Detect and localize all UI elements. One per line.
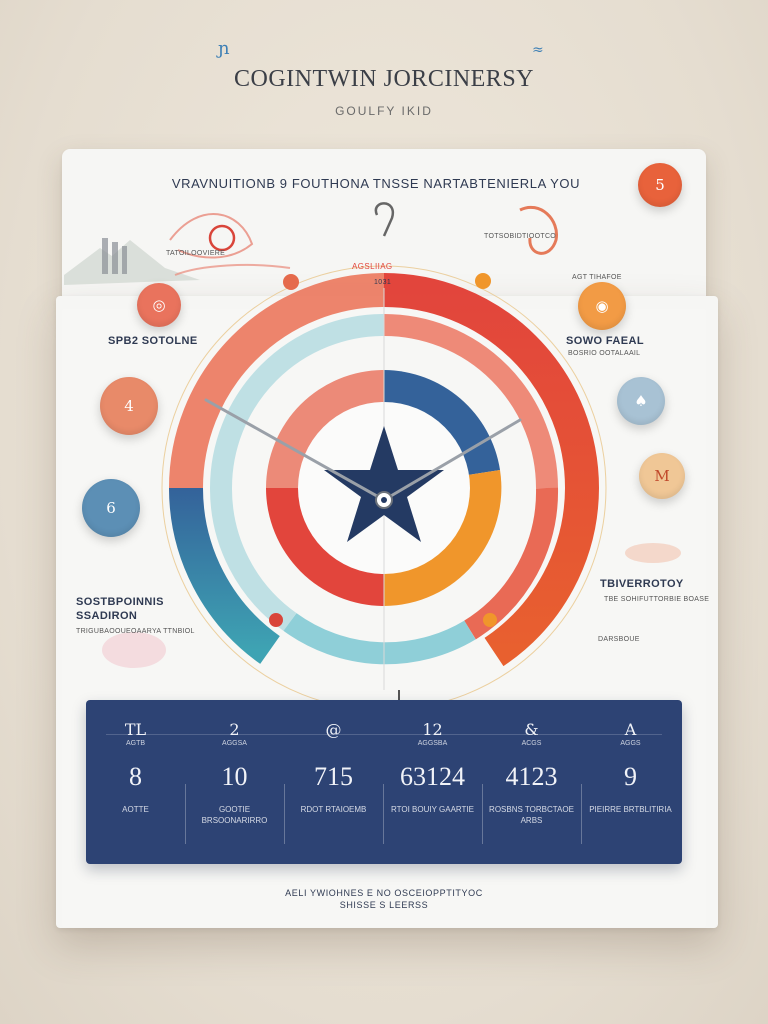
label-right-3: DARSBOUE bbox=[598, 636, 640, 643]
target-icon-left: ◎ bbox=[137, 283, 181, 327]
card-footer: AELI YWIOHNES E NO OSCEIOPPTITYOC SHISSE… bbox=[0, 887, 768, 911]
stat-1-caption: AGTB bbox=[125, 740, 146, 747]
stat-2-caption: AGGSA bbox=[222, 740, 247, 747]
label-left-2-line2: SSADIRON bbox=[76, 610, 138, 622]
top-left-note: TATOILOOVIERE bbox=[166, 250, 226, 257]
center-top-label: AGSLIIAG bbox=[352, 262, 393, 271]
figure-icon-right: ♠ bbox=[617, 377, 665, 425]
footer-line-2: SHISSE S LEERSS bbox=[339, 900, 429, 910]
stat-4-sub: RTOI BOUIY GAARTIE bbox=[391, 805, 474, 814]
label-right-2-sub: TBE SOHIFUTTORBIE BOASE bbox=[604, 596, 710, 603]
label-left-2-line1: SOSTBPOINNIS bbox=[76, 596, 164, 608]
stat-6-icon: A bbox=[624, 720, 637, 739]
number-icon-left: 6 bbox=[82, 479, 140, 537]
badge-icon-top-right: 5 bbox=[638, 163, 682, 207]
right-small-note: AGT TIHAFOE bbox=[572, 274, 622, 281]
center-top-sublabel: 1031 bbox=[374, 279, 392, 286]
page-title: COGINTWIN JORCINERSY bbox=[234, 66, 534, 92]
stat-5: & ACGS 4123 ROSBNS TORBCTAOE ARBS bbox=[482, 700, 581, 864]
label-left-2-sub: TRIGUBAOOUEOAARYA TTNBIOL bbox=[76, 628, 195, 635]
logo-mark-left: ɲ bbox=[218, 38, 230, 59]
stat-5-value: 4123 bbox=[505, 762, 558, 791]
page-subtitle: GOULFY IKID bbox=[335, 104, 433, 118]
stat-2-icon: 2 bbox=[229, 720, 240, 739]
stat-3: @ 715 RDOT RTAIOEMB bbox=[284, 700, 383, 864]
logo-mark-right: ≈ bbox=[532, 42, 544, 58]
stat-6: A AGGS 9 PIEIRRE BRTBLITIRIA bbox=[581, 700, 680, 864]
stat-5-caption: ACGS bbox=[521, 740, 542, 747]
stat-4-icon: 12 bbox=[422, 720, 443, 739]
letter-icon-right: M bbox=[639, 453, 685, 499]
footer-line-1: AELI YWIOHNES E NO OSCEIOPPTITYOC bbox=[285, 888, 483, 898]
hand-icon-left: 4 bbox=[100, 377, 158, 435]
stat-2-value: 10 bbox=[221, 762, 248, 791]
stat-6-value: 9 bbox=[624, 762, 637, 791]
stat-5-icon: & bbox=[524, 720, 539, 739]
stat-4-value: 63124 bbox=[400, 762, 465, 791]
stat-1-sub: AOTTE bbox=[122, 805, 149, 814]
stat-3-value: 715 bbox=[314, 762, 353, 791]
target-icon-right: ◉ bbox=[578, 282, 626, 330]
stats-panel: TL AGTB 8 AOTTE 2 AGGSA 10 GOOTIE BRSOON… bbox=[86, 700, 682, 864]
stat-3-sub: RDOT RTAIOEMB bbox=[300, 805, 367, 814]
label-right-2: TBIVERROTOY bbox=[600, 578, 684, 590]
label-right-1-sub: BOSRIO OOTALAAIL bbox=[568, 350, 641, 357]
stat-4: 12 AGGSBA 63124 RTOI BOUIY GAARTIE bbox=[383, 700, 482, 864]
stat-1-icon: TL bbox=[124, 720, 147, 739]
stat-6-sub: PIEIRRE BRTBLITIRIA bbox=[589, 805, 672, 814]
top-right-note: TOTSOBIDTIOOTCO bbox=[484, 233, 557, 240]
stat-6-caption: AGGS bbox=[620, 740, 641, 747]
label-right-1: SOWO FAEAL bbox=[566, 335, 644, 347]
stat-3-icon: @ bbox=[325, 720, 342, 739]
stat-2: 2 AGGSA 10 GOOTIE BRSOONARIRRO bbox=[185, 700, 284, 864]
stat-2-sub: GOOTIE BRSOONARIRRO bbox=[201, 805, 268, 825]
stat-5-sub: ROSBNS TORBCTAOE ARBS bbox=[489, 805, 574, 825]
stat-4-caption: AGGSBA bbox=[417, 740, 448, 747]
stat-1-value: 8 bbox=[129, 762, 142, 791]
card-headline: VRAVNUITIONB 9 FOUTHONA TNSSE NARTABTENI… bbox=[171, 176, 581, 191]
stat-1: TL AGTB 8 AOTTE bbox=[86, 700, 185, 864]
label-left-1: SPB2 SOTOLNE bbox=[108, 335, 198, 347]
